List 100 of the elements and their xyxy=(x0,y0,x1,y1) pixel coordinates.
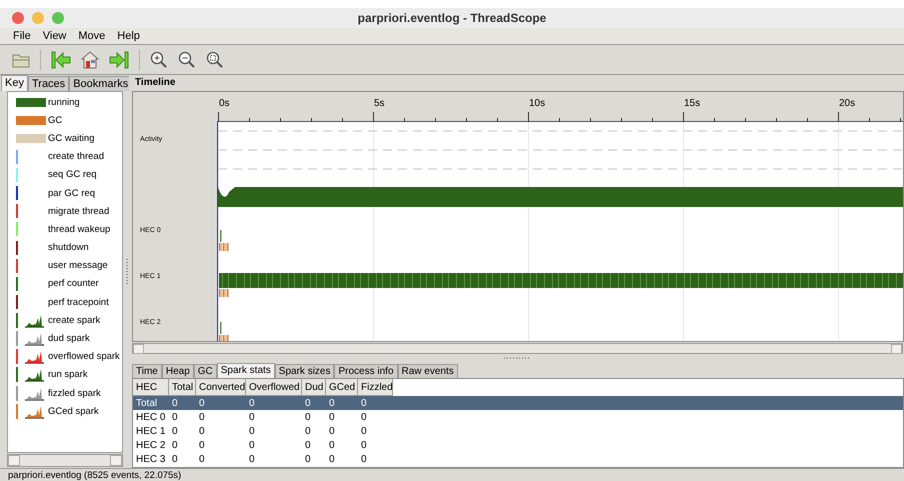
time-tick-label: 10s xyxy=(529,98,546,109)
legend-label: create spark xyxy=(48,314,100,326)
table-row[interactable]: HEC 3 0 0 0 0 0 0 xyxy=(133,452,903,466)
zoom-out-icon[interactable] xyxy=(178,50,196,68)
legend-label: migrate thread xyxy=(48,206,110,217)
menu-item[interactable]: Move xyxy=(72,30,112,42)
panel-tab[interactable]: Traces xyxy=(28,76,70,91)
legend-label: dud spark xyxy=(48,333,90,344)
table-cell-text: 0 xyxy=(198,454,206,464)
table-cell-text: 0 xyxy=(171,426,179,436)
menu-item[interactable]: File xyxy=(7,30,37,42)
column-header[interactable]: Fizzled xyxy=(358,379,393,395)
table-row[interactable]: HEC 0 0 0 0 0 0 0 xyxy=(133,410,903,424)
close-button[interactable] xyxy=(12,12,24,24)
table-cell-text: 0 xyxy=(304,426,312,436)
time-tick-label: 0s xyxy=(219,98,230,109)
legend-label: perf tracepoint xyxy=(48,296,109,308)
legend-label: GC waiting xyxy=(48,132,94,144)
time-tick-label: 5s xyxy=(374,98,385,109)
table-cell-text: 0 xyxy=(248,398,256,408)
table-cell-text: 0 xyxy=(328,426,336,436)
panel-tab[interactable]: Key xyxy=(1,75,28,91)
panel-tab[interactable]: GC xyxy=(194,364,217,378)
table-cell-text: Total xyxy=(135,398,158,408)
panel-tab[interactable]: Time xyxy=(132,364,162,378)
zoom-button[interactable] xyxy=(52,12,64,24)
column-header[interactable]: Total xyxy=(169,379,196,395)
table-cell-text: 0 xyxy=(198,440,206,450)
legend-label: running xyxy=(48,96,80,108)
panel-tab[interactable]: Raw events xyxy=(398,364,458,378)
table-cell-text: 0 xyxy=(171,398,179,408)
table-cell-text: HEC 1 xyxy=(135,426,166,436)
panel-tab[interactable]: Heap xyxy=(162,364,194,378)
table-row[interactable]: HEC 1 0 0 0 0 0 0 xyxy=(133,424,903,438)
legend-label: thread wakeup xyxy=(48,224,110,235)
legend-label: create thread xyxy=(48,151,104,162)
table-cell-text: 0 xyxy=(360,454,368,464)
column-header[interactable]: GCed xyxy=(326,379,358,395)
table-cell-text: 0 xyxy=(198,412,206,422)
table-cell-text: 0 xyxy=(328,454,336,464)
legend-label: par GC req xyxy=(48,188,95,199)
table-cell-text: 0 xyxy=(360,440,368,450)
table-cell-text: 0 xyxy=(328,412,336,422)
scroll-right-icon[interactable] xyxy=(891,344,902,354)
table-cell-text: 0 xyxy=(171,440,179,450)
column-header[interactable]: Dud xyxy=(302,379,326,395)
table-cell-text: 0 xyxy=(304,454,312,464)
panel-title: Timeline xyxy=(135,77,176,88)
table-cell-text: 0 xyxy=(360,426,368,436)
panel-tab[interactable]: Process info xyxy=(334,364,398,378)
table-cell-text: 0 xyxy=(248,426,256,436)
table-cell-text: 0 xyxy=(248,454,256,464)
table-cell-text: 0 xyxy=(328,440,336,450)
status-text: parpriori.eventlog (8525 events, 22.075s) xyxy=(8,470,182,480)
table-row[interactable]: HEC 2 0 0 0 0 0 0 xyxy=(133,438,903,452)
table-cell-text: 0 xyxy=(304,412,312,422)
table-cell-text: 0 xyxy=(198,426,206,436)
scroll-left-icon[interactable] xyxy=(133,344,144,354)
zoom-fit-icon[interactable] xyxy=(206,50,224,68)
table-cell-text: 0 xyxy=(171,412,179,422)
legend-label: overflowed spark xyxy=(48,351,120,362)
column-header[interactable]: Converted xyxy=(196,379,246,395)
table-cell-text: 0 xyxy=(360,398,368,408)
time-tick-label: 20s xyxy=(839,98,856,109)
horizontal-scrollbar[interactable] xyxy=(132,343,903,354)
jump-start-icon[interactable] xyxy=(51,50,71,68)
zoom-in-icon[interactable] xyxy=(150,50,168,68)
table-cell-text: 0 xyxy=(248,440,256,450)
legend-label: user message xyxy=(48,260,108,272)
panel-tab[interactable]: Spark sizes xyxy=(274,364,334,378)
column-header[interactable]: HEC xyxy=(133,379,169,395)
table-cell-text: HEC 3 xyxy=(135,454,166,464)
table-cell-text: 0 xyxy=(328,398,336,408)
scroll-left-icon[interactable] xyxy=(8,455,20,466)
table-cell-text: 0 xyxy=(304,440,312,450)
scroll-right-icon[interactable] xyxy=(110,455,122,466)
table-cell-text: 0 xyxy=(248,412,256,422)
selected-row[interactable]: Total 0 0 0 0 0 0 xyxy=(133,396,903,410)
folder-icon[interactable] xyxy=(12,52,30,68)
legend-label: run spark xyxy=(48,369,88,380)
gc-marks xyxy=(219,288,228,297)
gc-marks xyxy=(219,334,228,341)
window-title: parpriori.eventlog - ThreadScope xyxy=(358,11,546,25)
legend-label: shutdown xyxy=(48,242,89,254)
legend-label: seq GC req xyxy=(48,169,97,180)
minimize-button[interactable] xyxy=(32,12,44,24)
legend-label: perf counter xyxy=(48,278,99,290)
menu-item[interactable]: View xyxy=(36,30,72,42)
horizontal-scrollbar[interactable] xyxy=(7,454,123,467)
panel-tab[interactable]: Spark stats xyxy=(216,363,275,378)
legend-label: fizzled spark xyxy=(48,388,101,399)
legend-label: GCed spark xyxy=(48,406,99,417)
time-tick-label: 15s xyxy=(684,98,700,109)
legend-label: GC xyxy=(48,114,62,126)
jump-end-icon[interactable] xyxy=(109,50,129,68)
home-icon[interactable] xyxy=(81,50,99,68)
menu-item[interactable]: Help xyxy=(111,30,146,42)
table-cell-text: HEC 2 xyxy=(135,440,166,450)
table-cell-text: 0 xyxy=(360,412,368,422)
column-header[interactable]: Overflowed xyxy=(246,379,302,395)
